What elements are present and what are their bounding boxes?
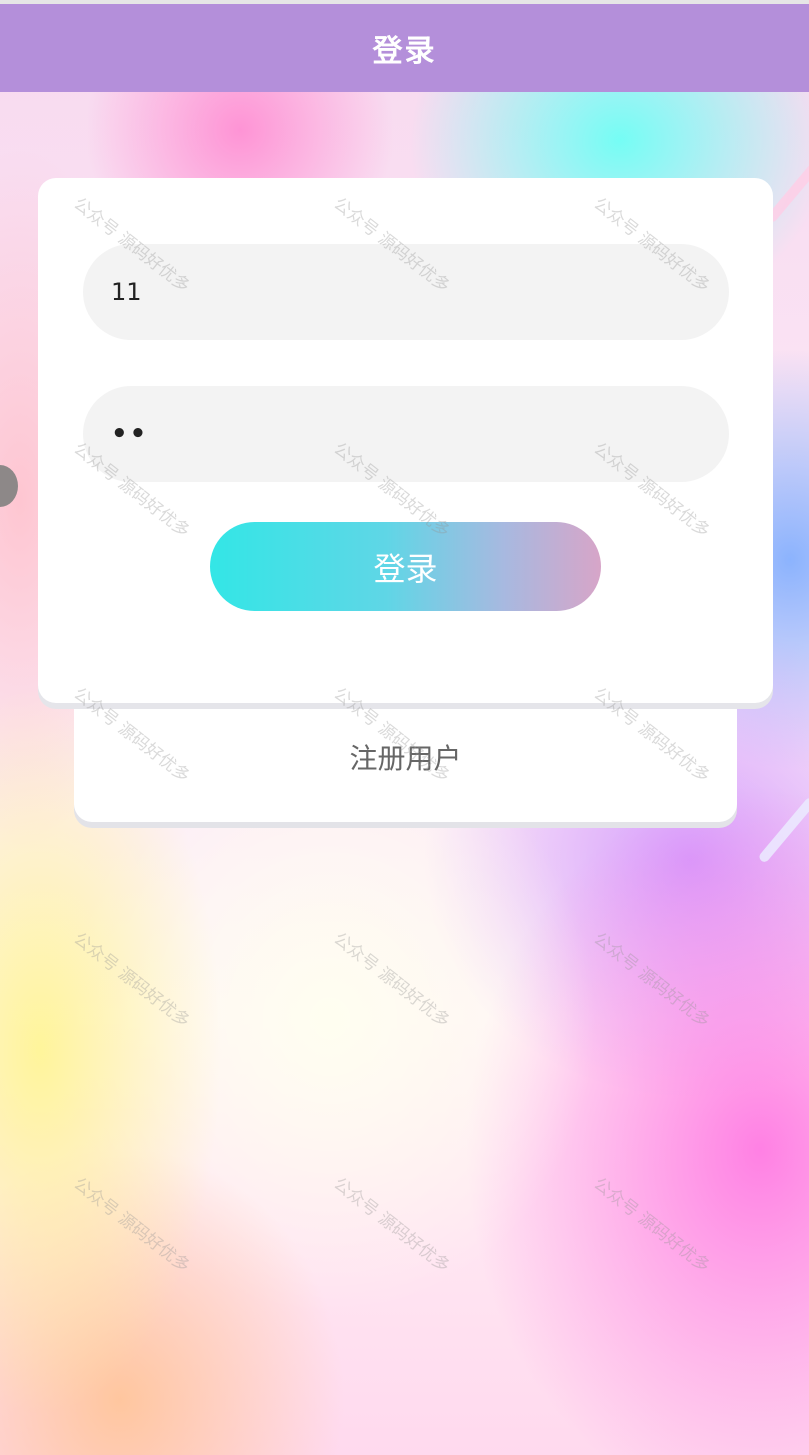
username-input[interactable]: 11 (83, 244, 729, 340)
password-mask: •• (111, 419, 149, 449)
page-title: 登录 (372, 34, 437, 69)
login-card: 11 •• 登录 (38, 178, 773, 703)
password-input[interactable]: •• (83, 386, 729, 482)
login-button-label: 登录 (373, 549, 438, 588)
top-navigation-bar: 登录 (0, 0, 809, 92)
register-user-link[interactable]: 注册用户 (349, 737, 461, 777)
login-button[interactable]: 登录 (210, 522, 601, 611)
username-value: 11 (111, 278, 142, 306)
